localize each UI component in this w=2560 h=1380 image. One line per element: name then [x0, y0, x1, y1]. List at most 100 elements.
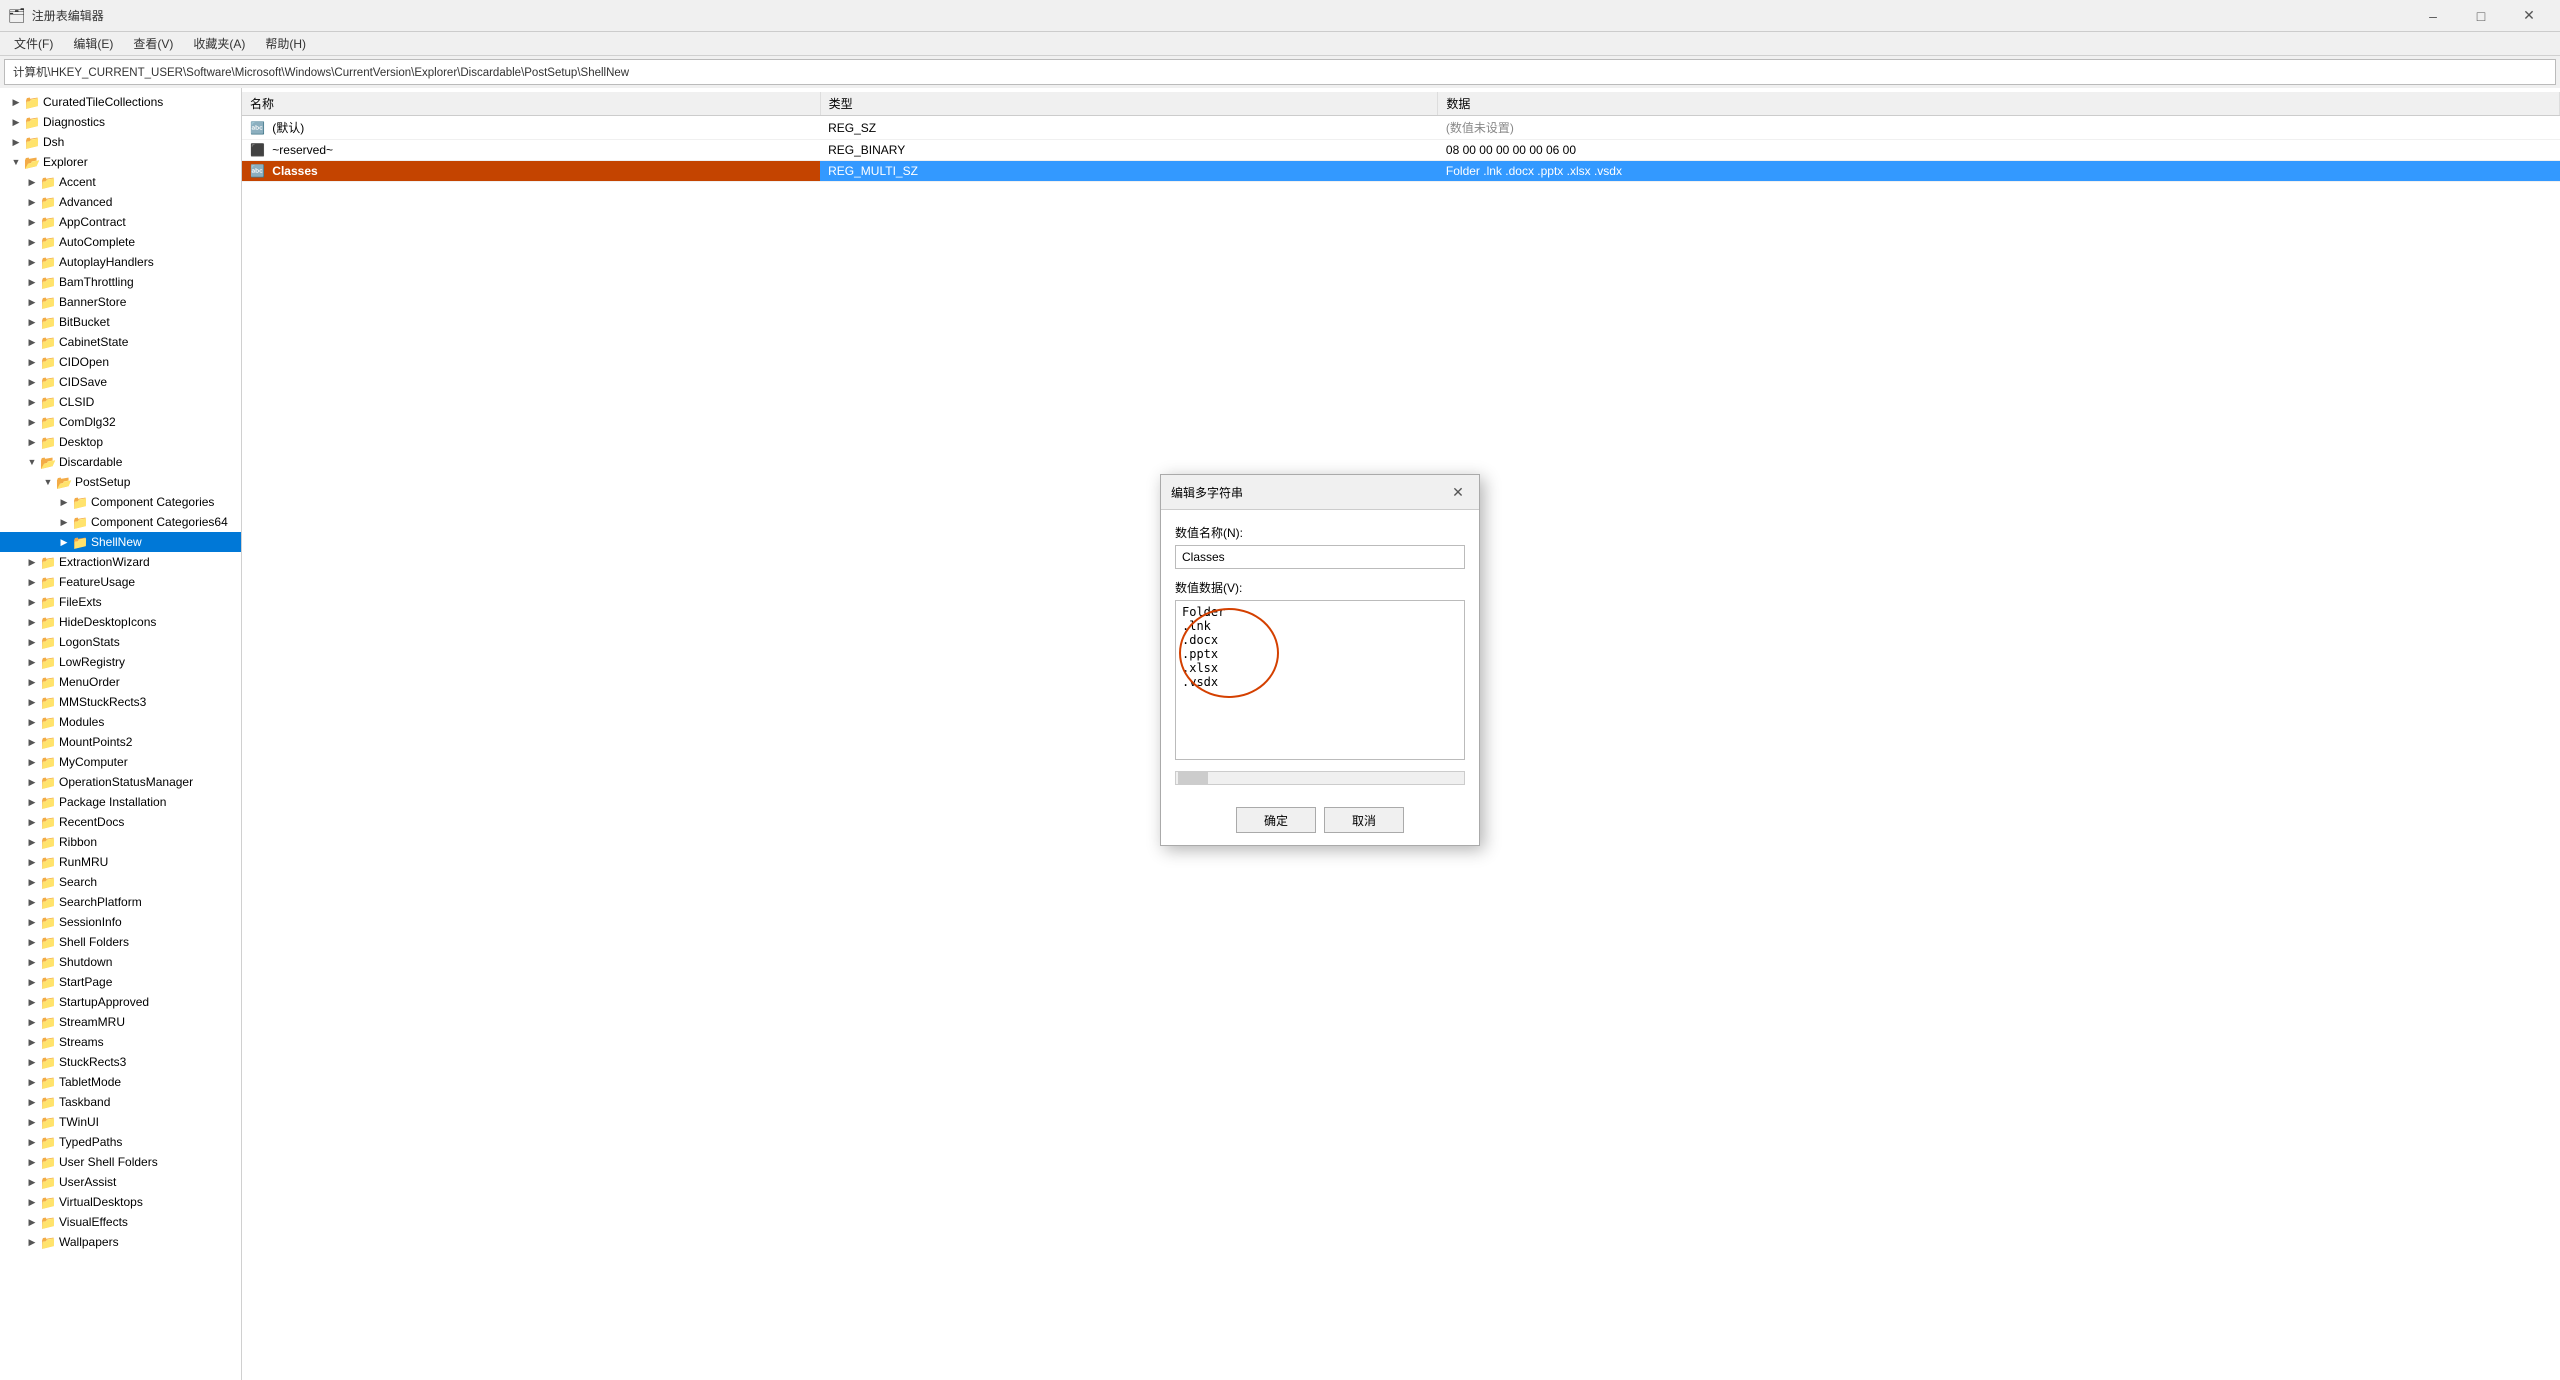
expand-icon-searchplatform: ▶ [24, 892, 40, 912]
maximize-button[interactable]: □ [2458, 0, 2504, 32]
sidebar-item-virtualdesktops[interactable]: ▶ 📁 VirtualDesktops [0, 1192, 241, 1212]
sidebar-item-cabinetstate[interactable]: ▶ 📁 CabinetState [0, 332, 241, 352]
sidebar-item-curatedtile[interactable]: ▶ 📁 CuratedTileCollections [0, 92, 241, 112]
row-name-default: 🔤 (默认) [242, 116, 820, 140]
sidebar-item-operationstatusmanager[interactable]: ▶ 📁 OperationStatusManager [0, 772, 241, 792]
sidebar-item-clsid[interactable]: ▶ 📁 CLSID [0, 392, 241, 412]
sidebar-item-shellnew[interactable]: ▶ 📁 ShellNew [0, 532, 241, 552]
sidebar-item-logonstats[interactable]: ▶ 📁 LogonStats [0, 632, 241, 652]
sidebar-item-cidopen[interactable]: ▶ 📁 CIDOpen [0, 352, 241, 372]
sidebar-item-shellfolders[interactable]: ▶ 📁 Shell Folders [0, 932, 241, 952]
sidebar-item-advanced[interactable]: ▶ 📁 Advanced [0, 192, 241, 212]
expand-icon-shellfolders: ▶ [24, 932, 40, 952]
close-button[interactable]: ✕ [2506, 0, 2552, 32]
sidebar-item-wallpapers[interactable]: ▶ 📁 Wallpapers [0, 1232, 241, 1252]
sidebar-item-streammru[interactable]: ▶ 📁 StreamMRU [0, 1012, 241, 1032]
sidebar-item-autoplayhandlers[interactable]: ▶ 📁 AutoplayHandlers [0, 252, 241, 272]
sidebar-item-sessioninfo[interactable]: ▶ 📁 SessionInfo [0, 912, 241, 932]
sidebar-item-appcontract[interactable]: ▶ 📁 AppContract [0, 212, 241, 232]
sidebar-item-autocomplete[interactable]: ▶ 📁 AutoComplete [0, 232, 241, 252]
expand-icon-autocomplete: ▶ [24, 232, 40, 252]
sidebar-item-bitbucket[interactable]: ▶ 📁 BitBucket [0, 312, 241, 332]
sidebar-item-desktop[interactable]: ▶ 📁 Desktop [0, 432, 241, 452]
sidebar-item-visualeffects[interactable]: ▶ 📁 VisualEffects [0, 1212, 241, 1232]
sidebar-label-shellfolders: Shell Folders [59, 935, 129, 949]
sidebar-item-stuckrects3[interactable]: ▶ 📁 StuckRects3 [0, 1052, 241, 1072]
sidebar-item-ribbon[interactable]: ▶ 📁 Ribbon [0, 832, 241, 852]
sidebar-item-mycomputer[interactable]: ▶ 📁 MyComputer [0, 752, 241, 772]
sidebar-item-featureusage[interactable]: ▶ 📁 FeatureUsage [0, 572, 241, 592]
sidebar-item-startpage[interactable]: ▶ 📁 StartPage [0, 972, 241, 992]
sidebar-item-explorer[interactable]: ▼ 📂 Explorer [0, 152, 241, 172]
sidebar-item-runmru[interactable]: ▶ 📁 RunMRU [0, 852, 241, 872]
sidebar-item-fileexts[interactable]: ▶ 📁 FileExts [0, 592, 241, 612]
sidebar-item-streams[interactable]: ▶ 📁 Streams [0, 1032, 241, 1052]
expand-icon-userassist: ▶ [24, 1172, 40, 1192]
expand-icon-usershellfolders: ▶ [24, 1152, 40, 1172]
sidebar-item-twinui[interactable]: ▶ 📁 TWinUI [0, 1112, 241, 1132]
table-row[interactable]: 🔤 (默认) REG_SZ (数值未设置) [242, 116, 2560, 140]
dialog-name-input[interactable] [1175, 545, 1465, 569]
menu-help[interactable]: 帮助(H) [255, 33, 316, 54]
sidebar-item-componentcategories[interactable]: ▶ 📁 Component Categories [0, 492, 241, 512]
expand-icon-runmru: ▶ [24, 852, 40, 872]
dialog-data-textarea[interactable]: Folder .lnk .docx .pptx .xlsx .vsdx [1175, 600, 1465, 760]
sidebar-item-cidsave[interactable]: ▶ 📁 CIDSave [0, 372, 241, 392]
sidebar-item-packageinstallation[interactable]: ▶ 📁 Package Installation [0, 792, 241, 812]
sidebar-item-tabletmode[interactable]: ▶ 📁 TabletMode [0, 1072, 241, 1092]
menu-favorites[interactable]: 收藏夹(A) [183, 33, 255, 54]
menu-file[interactable]: 文件(F) [4, 33, 63, 54]
sidebar-item-dsh[interactable]: ▶ 📁 Dsh [0, 132, 241, 152]
expand-icon-menuorder: ▶ [24, 672, 40, 692]
folder-icon-taskband: 📁 [40, 1095, 56, 1109]
sidebar-item-mmstuckrects3[interactable]: ▶ 📁 MMStuckRects3 [0, 692, 241, 712]
table-row[interactable]: ⬛ ~reserved~ REG_BINARY 08 00 00 00 00 0… [242, 140, 2560, 161]
sidebar-label-mmstuckrects3: MMStuckRects3 [59, 695, 146, 709]
sidebar-item-recentdocs[interactable]: ▶ 📁 RecentDocs [0, 812, 241, 832]
expand-icon-mountpoints2: ▶ [24, 732, 40, 752]
title-bar-left: 🗂 注册表编辑器 [8, 7, 104, 24]
sidebar-item-searchplatform[interactable]: ▶ 📁 SearchPlatform [0, 892, 241, 912]
dialog-close-button[interactable]: ✕ [1447, 481, 1469, 503]
sidebar-label-visualeffects: VisualEffects [59, 1215, 128, 1229]
sidebar-item-extractionwizard[interactable]: ▶ 📁 ExtractionWizard [0, 552, 241, 572]
sidebar-item-typedpaths[interactable]: ▶ 📁 TypedPaths [0, 1132, 241, 1152]
sidebar-item-modules[interactable]: ▶ 📁 Modules [0, 712, 241, 732]
sidebar-item-diagnostics[interactable]: ▶ 📁 Diagnostics [0, 112, 241, 132]
sidebar-item-search[interactable]: ▶ 📁 Search [0, 872, 241, 892]
sidebar-item-shutdown[interactable]: ▶ 📁 Shutdown [0, 952, 241, 972]
sidebar-label-lowregistry: LowRegistry [59, 655, 125, 669]
scrollbar-thumb[interactable] [1178, 772, 1208, 784]
sidebar-item-startupapproved[interactable]: ▶ 📁 StartupApproved [0, 992, 241, 1012]
sidebar-item-usershellfolders[interactable]: ▶ 📁 User Shell Folders [0, 1152, 241, 1172]
dialog-ok-button[interactable]: 确定 [1236, 807, 1316, 833]
sidebar-item-postsetup[interactable]: ▼ 📂 PostSetup [0, 472, 241, 492]
registry-table: 名称 类型 数据 🔤 (默认) REG_SZ (数值未设置) ⬛ [242, 92, 2560, 182]
sidebar-label-shellnew: ShellNew [91, 535, 142, 549]
dialog-horizontal-scrollbar[interactable] [1175, 771, 1465, 785]
expand-icon-virtualdesktops: ▶ [24, 1192, 40, 1212]
sidebar-item-taskband[interactable]: ▶ 📁 Taskband [0, 1092, 241, 1112]
sidebar-item-comdlg32[interactable]: ▶ 📁 ComDlg32 [0, 412, 241, 432]
minimize-button[interactable]: ‒ [2410, 0, 2456, 32]
sidebar-item-bamthrottling[interactable]: ▶ 📁 BamThrottling [0, 272, 241, 292]
sidebar-item-accent[interactable]: ▶ 📁 Accent [0, 172, 241, 192]
sidebar-item-mountpoints2[interactable]: ▶ 📁 MountPoints2 [0, 732, 241, 752]
sidebar-item-discardable[interactable]: ▼ 📂 Discardable [0, 452, 241, 472]
sidebar-item-bannerstore[interactable]: ▶ 📁 BannerStore [0, 292, 241, 312]
dialog-cancel-button[interactable]: 取消 [1324, 807, 1404, 833]
expand-icon-curatedtile: ▶ [8, 92, 24, 112]
sidebar-item-hidedesktopicons[interactable]: ▶ 📁 HideDesktopIcons [0, 612, 241, 632]
sidebar-label-runmru: RunMRU [59, 855, 108, 869]
sidebar-item-menuorder[interactable]: ▶ 📁 MenuOrder [0, 672, 241, 692]
table-row[interactable]: 🔤 Classes REG_MULTI_SZ Folder .lnk .docx… [242, 161, 2560, 182]
edit-multistring-dialog[interactable]: 编辑多字符串 ✕ 数值名称(N): 数值数据(V): Folder .lnk .… [1160, 474, 1480, 846]
sidebar-label-mycomputer: MyComputer [59, 755, 128, 769]
menu-view[interactable]: 查看(V) [123, 33, 183, 54]
sidebar-item-componentcategories64[interactable]: ▶ 📁 Component Categories64 [0, 512, 241, 532]
folder-icon-menuorder: 📁 [40, 675, 56, 689]
sidebar-item-lowregistry[interactable]: ▶ 📁 LowRegistry [0, 652, 241, 672]
menu-edit[interactable]: 编辑(E) [63, 33, 123, 54]
sidebar-item-userassist[interactable]: ▶ 📁 UserAssist [0, 1172, 241, 1192]
folder-icon-streammru: 📁 [40, 1015, 56, 1029]
